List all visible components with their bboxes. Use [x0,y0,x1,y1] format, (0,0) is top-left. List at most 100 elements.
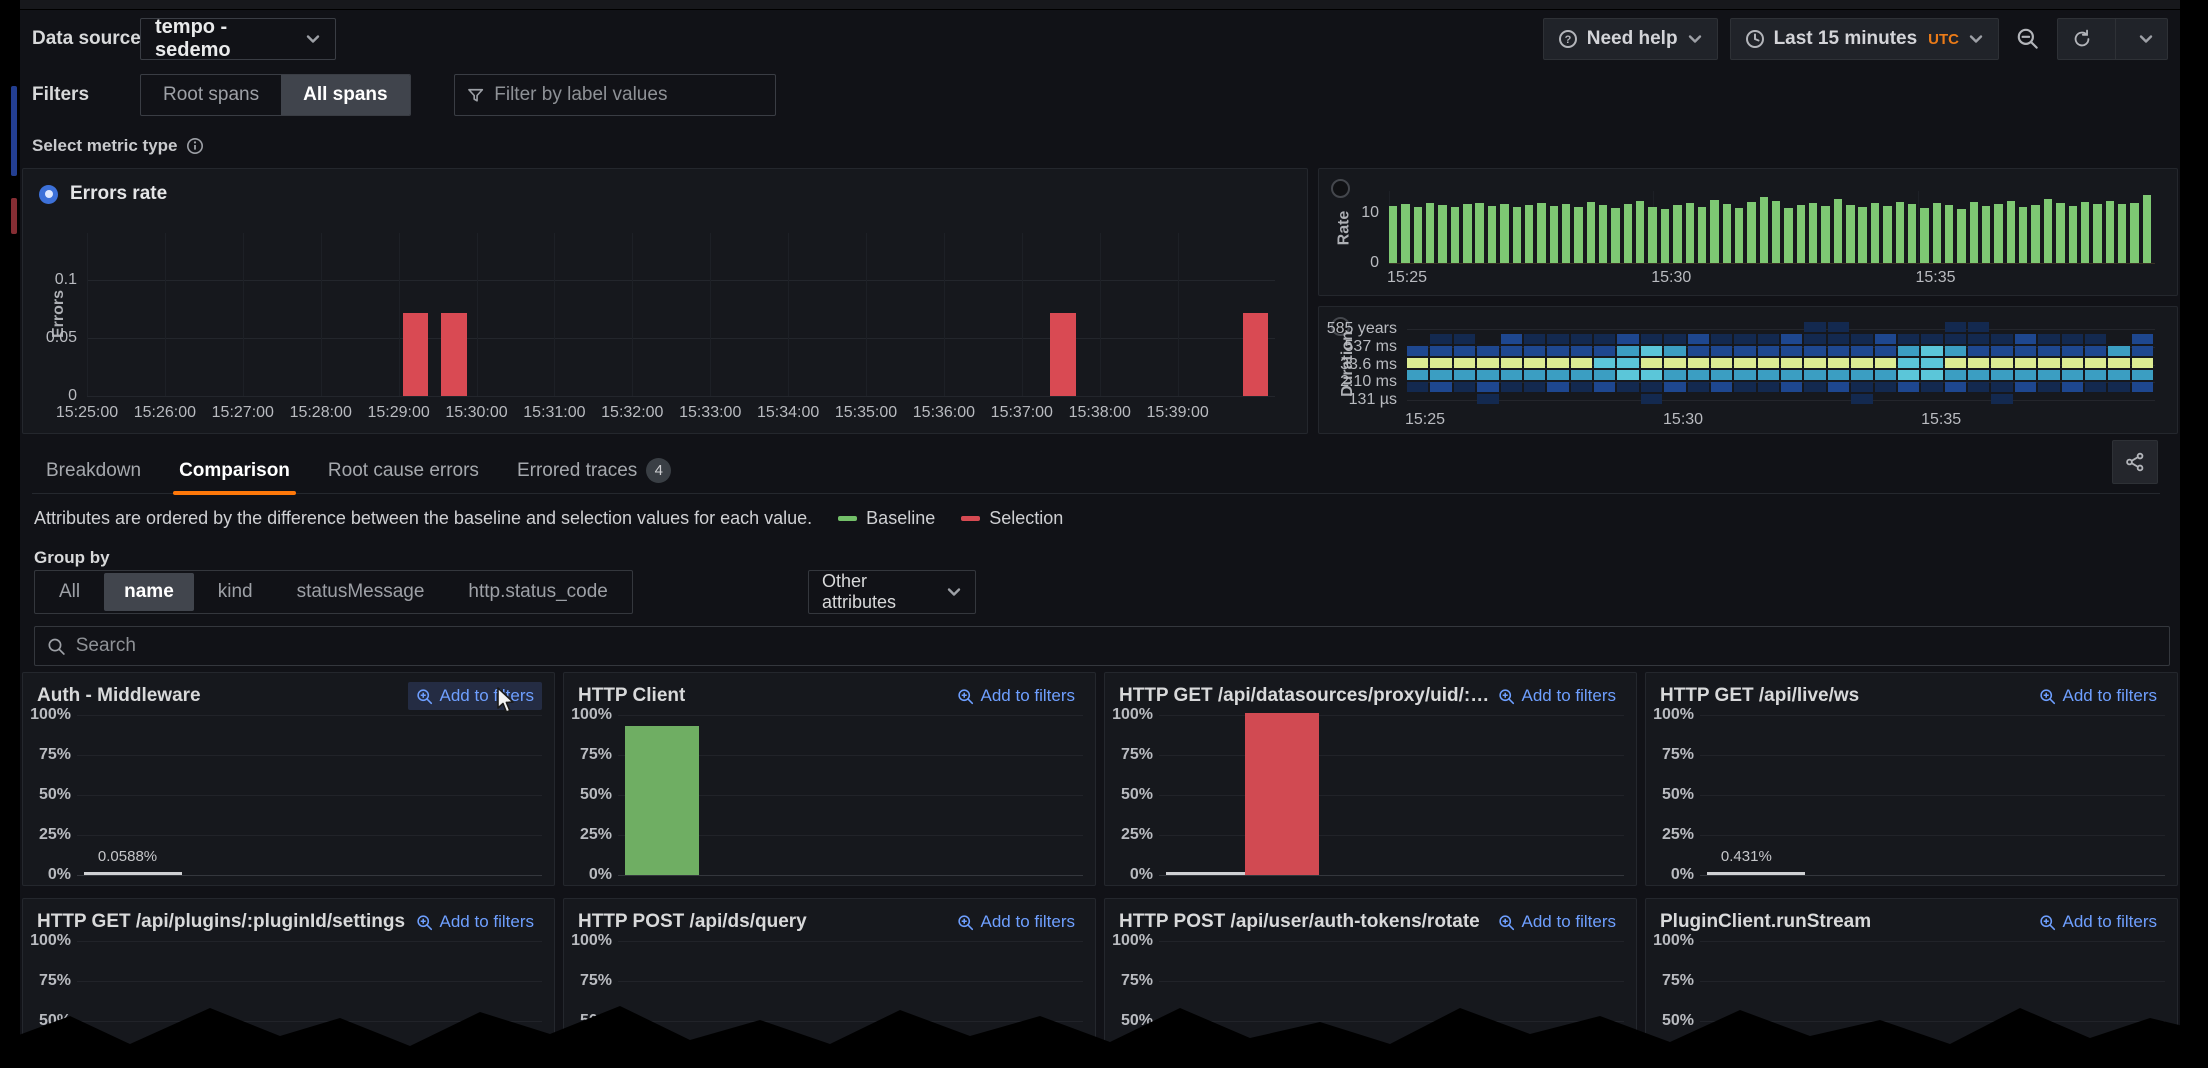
heatmap-cell [1407,346,1429,356]
y-tick-label: 75% [579,972,612,989]
funnel-icon [468,88,484,102]
bar-value-label: 0.0588% [97,848,158,865]
app-window: Data source tempo - sedemo ? Need help L… [0,0,2208,1068]
rate-bar [2031,204,2040,263]
group-by-option-kind[interactable]: kind [198,573,273,611]
add-to-filters-button[interactable]: Add to filters [1490,908,1625,936]
heatmap-cell [1664,334,1686,344]
search-field [34,626,2170,666]
root-spans-option[interactable]: Root spans [141,75,281,115]
refresh-interval-dropdown[interactable] [2125,19,2167,59]
add-to-filters-button[interactable]: Add to filters [2031,908,2166,936]
rate-bar [1907,204,1917,263]
zoom-out-button[interactable] [2011,18,2045,60]
x-tick-label: 15:30:00 [445,404,508,421]
label-filter-input[interactable] [494,84,763,106]
y-tick-label: 50% [38,786,71,803]
rate-chart: Rate 0 10 15:25 15:30 15:35 [1319,169,2177,295]
data-source-select[interactable]: tempo - sedemo [140,16,336,61]
info-circle-icon[interactable] [186,137,204,155]
heatmap-cell [1874,334,1896,344]
heatmap-cell [1897,358,1920,368]
rate-bar [1426,203,1435,263]
tab-comparison[interactable]: Comparison [173,448,296,495]
group-by-option-name[interactable]: name [104,573,194,611]
heatmap-cell [1944,382,1966,392]
share-button[interactable] [2112,440,2158,484]
y-tick-label: 25% [579,826,612,843]
heatmap-cell [2014,346,2037,356]
heatmap-cell [1523,334,1546,344]
panel-title: HTTP GET /api/plugins/:pluginId/settings [37,911,406,932]
heatmap-cell [1804,346,1826,356]
add-to-filters-button[interactable]: Add to filters [407,682,542,710]
grid-line [1917,191,1919,263]
panel-title: HTTP GET /api/datasources/proxy/uid/:uid… [1119,685,1490,706]
selection-bar [1245,713,1320,875]
tab-errored-traces[interactable]: Errored traces 4 [517,448,672,493]
selection-swatch [961,516,981,521]
panel-header: HTTP GET /api/plugins/:pluginId/settings… [23,899,554,937]
time-range-picker[interactable]: Last 15 minutes UTC [1729,18,1999,60]
panel-title: Auth - Middleware [37,685,201,706]
other-attributes-select[interactable]: Other attributes [808,570,976,614]
heatmap-cell [1547,358,1569,368]
heatmap-cell [1477,358,1499,368]
y-tick-label: 0.1 [54,270,77,288]
rate-bar [1537,203,1546,263]
heatmap-cell [2108,358,2130,368]
panel-header: HTTP POST /api/user/auth-tokens/rotate Ad… [1105,899,1636,937]
heatmap-cell [1827,322,1850,332]
heatmap-cell [1710,334,1733,344]
rate-bar [1821,206,1830,263]
y-tick-label: 100% [30,932,71,949]
clock-icon [1745,30,1764,48]
heatmap-cell [1781,370,1803,380]
rate-bar [2080,202,2090,263]
heatmap-cell [1640,382,1663,392]
add-to-filters-label: Add to filters [1521,686,1617,705]
heatmap-cell [2061,346,2083,356]
heatmap-cell [1944,346,1966,356]
grid-line [1159,941,1624,942]
rate-bar [1401,203,1410,263]
panel-header: PluginClient.runStream Add to filters [1646,899,2177,937]
heatmap-cell [1851,382,1873,392]
refresh-button[interactable] [2058,19,2106,59]
x-tick-label: 15:33:00 [679,404,742,421]
group-by-option-statusMessage[interactable]: statusMessage [277,573,445,611]
x-tick-label: 15:38:00 [1068,404,1131,421]
heatmap-cell [1500,334,1522,344]
heatmap-cell [1617,382,1639,392]
grid-line [87,337,1275,339]
group-by-option-All[interactable]: All [39,573,100,611]
panel-title: HTTP POST /api/ds/query [578,911,807,932]
add-to-filters-button[interactable]: Add to filters [2031,682,2166,710]
x-tick-label: 15:25 [1404,411,1446,428]
grid-line [710,233,712,396]
search-input[interactable] [75,635,2157,657]
x-tick-label: 15:30 [1663,411,1704,428]
heatmap-cell [2131,370,2153,380]
grid-line [1700,875,2165,876]
rate-panel: Rate 0 10 15:25 15:30 15:35 [1318,168,2178,296]
errors-bar [1050,313,1077,396]
add-to-filters-button[interactable]: Add to filters [1490,682,1625,710]
heatmap-cell [1547,334,1569,344]
rate-bar [1759,197,1769,263]
tab-breakdown[interactable]: Breakdown [46,448,141,493]
add-to-filters-button[interactable]: Add to filters [949,682,1084,710]
all-spans-option[interactable]: All spans [281,75,410,115]
baseline-flat-line [83,872,182,875]
heatmap-cell [1757,382,1779,392]
heatmap-cell [1921,346,1943,356]
add-to-filters-button[interactable]: Add to filters [949,908,1084,936]
group-by-option-http.status_code[interactable]: http.status_code [448,573,627,611]
time-zone-label: UTC [1928,30,1959,48]
heatmap-cell [2084,382,2107,392]
need-help-button[interactable]: ? Need help [1542,18,1718,60]
add-to-filters-button[interactable]: Add to filters [408,908,543,936]
heatmap-cell [2061,334,2083,344]
comparison-panel: HTTP GET /api/live/ws Add to filters 100% 7… [1645,672,2178,886]
tab-root-cause-errors[interactable]: Root cause errors [328,448,479,493]
